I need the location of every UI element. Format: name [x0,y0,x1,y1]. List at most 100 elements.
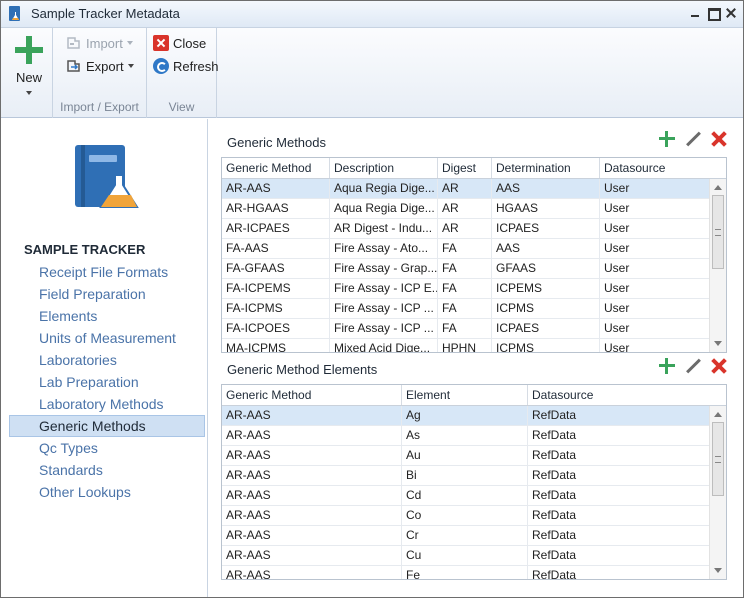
table-cell: FA [438,319,492,338]
table-row[interactable]: MA-ICPMS Mixed Acid Dige... HPHN ICPMS User [222,339,726,352]
table-row[interactable]: FA-ICPEMS Fire Assay - ICP E... FA ICPEMS Us… [222,279,726,299]
sidebar-item-laboratory-methods[interactable]: Laboratory Methods [9,393,205,415]
table-row[interactable]: AR-AAS As RefData [222,426,726,446]
sidebar-item-units-of-measurement[interactable]: Units of Measurement [9,327,205,349]
table-cell: Fire Assay - ICP E... [330,279,438,298]
table-cell: AR-HGAAS [222,199,330,218]
new-button[interactable]: New [9,32,49,100]
vertical-scrollbar[interactable] [709,179,726,352]
table-cell: ICPMS [492,299,600,318]
table-cell: AAS [492,179,600,198]
column-header[interactable]: Datasource [528,385,710,405]
delete-icon[interactable] [711,358,727,374]
table-cell: ICPEMS [492,279,600,298]
sidebar-item-receipt-file-formats[interactable]: Receipt File Formats [9,261,205,283]
column-header[interactable]: Generic Method [222,158,330,178]
table-row[interactable]: AR-AAS Fe RefData [222,566,726,579]
export-button[interactable]: Export [66,56,134,76]
column-header[interactable]: Description [330,158,438,178]
delete-icon[interactable] [711,131,727,147]
refresh-button[interactable]: Refresh [153,56,219,76]
table-row[interactable]: AR-AAS Aqua Regia Dige... AR AAS User [222,179,726,199]
table-cell: AR [438,199,492,218]
import-button[interactable]: Import [66,33,133,53]
table-row[interactable]: AR-AAS Cu RefData [222,546,726,566]
table-cell: RefData [532,548,577,562]
sidebar-item-elements[interactable]: Elements [9,305,205,327]
close-button[interactable]: Close [153,33,206,53]
scroll-up-icon[interactable] [714,412,722,417]
scroll-down-icon[interactable] [714,568,722,573]
table-cell: AR [438,219,492,238]
sidebar-item-field-preparation[interactable]: Field Preparation [9,283,205,305]
table-cell: FA-AAS [222,239,330,258]
sidebar-item-standards[interactable]: Standards [9,459,205,481]
scroll-up-icon[interactable] [714,185,722,190]
minimize-button[interactable] [689,7,701,19]
sidebar-item-generic-methods[interactable]: Generic Methods [9,415,205,437]
close-icon [153,35,169,51]
table-cell: FA [438,239,492,258]
table-cell: User [604,281,630,295]
sidebar-item-lab-preparation[interactable]: Lab Preparation [9,371,205,393]
ribbon-group-label: View [168,100,195,114]
table-row[interactable]: AR-AAS Au RefData [222,446,726,466]
table-cell: RefData [532,428,577,442]
add-icon[interactable] [659,131,675,147]
panel-title: Generic Method Elements [227,362,378,377]
scroll-thumb[interactable] [712,195,724,269]
table-cell: User [604,201,630,215]
table-cell: User [604,261,630,275]
table-cell: User [604,301,630,315]
scroll-thumb[interactable] [712,422,724,496]
table-row[interactable]: FA-AAS Fire Assay - Ato... FA AAS User [222,239,726,259]
table-row[interactable]: AR-AAS Bi RefData [222,466,726,486]
refresh-icon [153,58,169,74]
generic-method-elements-panel: Generic Method Elements Generic Method E… [221,358,727,584]
table-cell: AR-AAS [222,566,402,579]
import-icon [67,37,80,49]
sample-tracker-logo-icon [75,145,139,208]
table-row[interactable]: AR-AAS Cd RefData [222,486,726,506]
edit-icon[interactable] [685,131,701,147]
table-cell: ICPMS [492,339,600,352]
scroll-down-icon[interactable] [714,341,722,346]
vertical-scrollbar[interactable] [709,406,726,579]
sidebar-item-qc-types[interactable]: Qc Types [9,437,205,459]
sidebar-item-other-lookups[interactable]: Other Lookups [9,481,205,503]
new-button-label: New [15,70,42,85]
table-cell: RefData [532,468,577,482]
sidebar-item-laboratories[interactable]: Laboratories [9,349,205,371]
table-row[interactable]: AR-AAS Cr RefData [222,526,726,546]
column-header[interactable]: Determination [492,158,600,178]
table-cell: As [402,426,528,445]
table-cell: Cd [402,486,528,505]
close-window-button[interactable] [725,7,737,19]
table-cell: FA-ICPMS [222,299,330,318]
export-icon [67,60,80,72]
table-row[interactable]: FA-GFAAS Fire Assay - Grap... FA GFAAS User [222,259,726,279]
chevron-down-icon [127,64,134,68]
column-header[interactable]: Element [402,385,528,405]
add-icon[interactable] [659,358,675,374]
table-cell: GFAAS [492,259,600,278]
generic-methods-panel: Generic Methods Generic Method Descripti… [221,131,727,357]
table-header: Generic Method Element Datasource [222,385,726,406]
column-header[interactable]: Digest [438,158,492,178]
maximize-button[interactable] [707,7,721,21]
table-row[interactable]: FA-ICPOES Fire Assay - ICP ... FA ICPAES Use… [222,319,726,339]
table-row[interactable]: AR-AAS Co RefData [222,506,726,526]
table-cell: AR-AAS [222,526,402,545]
column-header[interactable]: Datasource [600,158,710,178]
table-row[interactable]: AR-ICPAES AR Digest - Indu... AR ICPAES User [222,219,726,239]
table-row[interactable]: AR-HGAAS Aqua Regia Dige... AR HGAAS User [222,199,726,219]
table-row[interactable]: AR-AAS Ag RefData [222,406,726,426]
title-bar: Sample Tracker Metadata [1,1,743,28]
table-row[interactable]: FA-ICPMS Fire Assay - ICP ... FA ICPMS User [222,299,726,319]
table-cell: Cr [402,526,528,545]
table-cell: Fire Assay - ICP ... [330,319,438,338]
table-cell: Fire Assay - ICP ... [330,299,438,318]
column-header[interactable]: Generic Method [222,385,402,405]
edit-icon[interactable] [685,358,701,374]
refresh-button-label: Refresh [173,58,219,74]
